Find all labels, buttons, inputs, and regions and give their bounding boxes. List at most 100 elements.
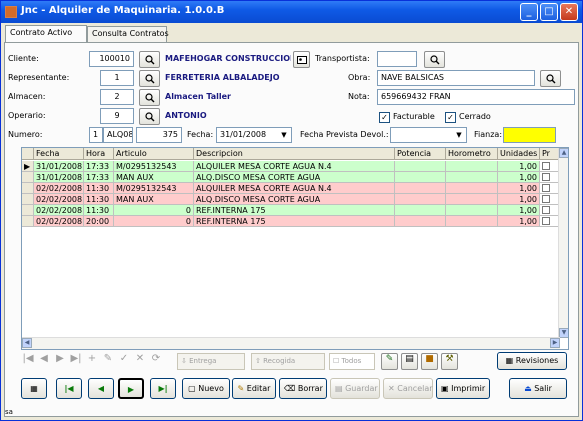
salir-button[interactable]: ⏏ Salir xyxy=(509,378,567,399)
cell-hora[interactable]: 20:00 xyxy=(84,216,114,227)
cell-unidades[interactable]: 1,00 xyxy=(498,172,540,183)
first-record-icon[interactable]: |◀ xyxy=(21,353,35,364)
cell-fecha[interactable]: 02/02/2008 xyxy=(34,216,84,227)
next-record-icon[interactable]: ▶ xyxy=(53,353,67,364)
cell-pr-checkbox[interactable] xyxy=(540,216,560,227)
scroll-up-icon[interactable]: ▲ xyxy=(559,148,568,158)
insert-record-icon[interactable]: + xyxy=(85,353,99,364)
cell-potencia[interactable] xyxy=(395,205,446,216)
cerrado-checkbox[interactable]: ✓ xyxy=(445,112,456,123)
cell-articulo[interactable]: MAN AUX xyxy=(114,194,194,205)
grid-header-descripcion[interactable]: Descripcion xyxy=(194,148,395,160)
calculator-button[interactable]: ▦ xyxy=(21,378,47,399)
cell-pr-checkbox[interactable] xyxy=(540,172,560,183)
revisiones-button[interactable]: ▦ Revisiones xyxy=(497,352,567,370)
cell-potencia[interactable] xyxy=(395,183,446,194)
borrar-button[interactable]: ⌫ Borrar xyxy=(279,378,327,399)
edit-record-icon[interactable]: ✎ xyxy=(101,353,115,364)
cell-unidades[interactable]: 1,00 xyxy=(498,216,540,227)
tab-consulta-contratos[interactable]: Consulta Contratos xyxy=(87,26,169,42)
cancel-record-icon[interactable]: ✕ xyxy=(133,353,147,364)
entrega-button[interactable]: ⇩ Entrega xyxy=(177,353,245,370)
title-bar[interactable]: Jnc - Alquiler de Maquinaria. 1.0.0.B _ … xyxy=(1,1,582,23)
representante-search-button[interactable] xyxy=(139,70,160,87)
cell-descripcion[interactable]: REF.INTERNA 175 xyxy=(194,205,395,216)
cell-horometro[interactable] xyxy=(446,183,498,194)
cell-pr-checkbox[interactable] xyxy=(540,161,560,172)
chevron-down-icon[interactable]: ▼ xyxy=(278,129,290,141)
tab-contrato-activo[interactable]: Contrato Activo xyxy=(5,25,87,42)
cell-unidades[interactable]: 1,00 xyxy=(498,161,540,172)
grid-header-hora[interactable]: Hora xyxy=(84,148,114,160)
contract-lines-grid[interactable]: Fecha Hora Articulo Descripcion Potencia Horo… xyxy=(21,147,569,350)
fianza-field[interactable] xyxy=(503,127,556,143)
cell-fecha[interactable]: 02/02/2008 xyxy=(34,205,84,216)
cell-articulo[interactable]: M/0295132543 xyxy=(114,161,194,172)
numero-prefix-field[interactable]: ALQ08 xyxy=(103,127,133,143)
cell-descripcion[interactable]: ALQUILER MESA CORTE AGUA N.4 xyxy=(194,183,395,194)
fecha-dropdown[interactable]: 31/01/2008 ▼ xyxy=(216,127,292,143)
table-row[interactable]: 02/02/2008 11:30 M/0295132543 ALQUILER MESA… xyxy=(22,183,560,194)
cliente-code-field[interactable]: 100010 xyxy=(89,51,134,67)
cell-fecha[interactable]: 02/02/2008 xyxy=(34,183,84,194)
cliente-search-button[interactable] xyxy=(139,51,160,68)
cancelar-button[interactable]: ✕ Cancelar xyxy=(383,378,433,399)
line-detail-button[interactable]: ▤ xyxy=(401,353,418,370)
transportista-search-button[interactable] xyxy=(424,51,445,68)
cell-fecha[interactable]: 31/01/2008 xyxy=(34,161,84,172)
cell-horometro[interactable] xyxy=(446,205,498,216)
editar-button[interactable]: ✎ Editar xyxy=(232,378,276,399)
cell-unidades[interactable]: 1,00 xyxy=(498,183,540,194)
table-row[interactable]: 02/02/2008 20:00 0 REF.INTERNA 175 1,00 xyxy=(22,216,560,227)
cell-hora[interactable]: 17:33 xyxy=(84,172,114,183)
cell-articulo[interactable]: M/0295132543 xyxy=(114,183,194,194)
grid-header-potencia[interactable]: Potencia xyxy=(395,148,446,160)
transport-button[interactable]: ■ xyxy=(421,353,438,370)
obra-field[interactable]: NAVE BALSICAS xyxy=(377,70,535,86)
vertical-scrollbar[interactable]: ▲ ▼ xyxy=(558,148,568,338)
scroll-left-icon[interactable]: ◀ xyxy=(22,338,32,348)
cell-horometro[interactable] xyxy=(446,194,498,205)
operario-search-button[interactable] xyxy=(139,108,160,125)
cell-pr-checkbox[interactable] xyxy=(540,205,560,216)
todos-checkbox[interactable]: ☐ Todos xyxy=(329,353,375,370)
guardar-button[interactable]: ▤ Guardar xyxy=(330,378,380,399)
scroll-right-icon[interactable]: ▶ xyxy=(550,338,560,348)
cell-fecha[interactable]: 02/02/2008 xyxy=(34,194,84,205)
post-record-icon[interactable]: ✓ xyxy=(117,353,131,364)
cell-horometro[interactable] xyxy=(446,172,498,183)
numero-field[interactable]: 375 xyxy=(136,127,182,143)
cell-hora[interactable]: 17:33 xyxy=(84,161,114,172)
horizontal-scrollbar[interactable]: ◀ ▶ xyxy=(22,337,560,349)
obra-search-button[interactable] xyxy=(540,70,561,87)
cell-hora[interactable]: 11:30 xyxy=(84,194,114,205)
almacen-code-field[interactable]: 2 xyxy=(100,89,134,105)
cell-potencia[interactable] xyxy=(395,161,446,172)
table-row[interactable]: ▶ 31/01/2008 17:33 M/0295132543 ALQUILER MES… xyxy=(22,161,560,172)
cell-hora[interactable]: 11:30 xyxy=(84,183,114,194)
grid-header-articulo[interactable]: Articulo xyxy=(114,148,194,160)
cell-unidades[interactable]: 1,00 xyxy=(498,205,540,216)
maximize-button[interactable]: □ xyxy=(540,3,558,21)
prior-record-icon[interactable]: ◀ xyxy=(37,353,51,364)
grid-header-unidades[interactable]: Unidades xyxy=(498,148,540,160)
cell-fecha[interactable]: 31/01/2008 xyxy=(34,172,84,183)
previous-button[interactable]: ◀ xyxy=(88,378,114,399)
representante-code-field[interactable]: 1 xyxy=(100,70,134,86)
table-row[interactable]: 02/02/2008 11:30 MAN AUX ALQ.DISCO MESA COR… xyxy=(22,194,560,205)
table-row[interactable]: 31/01/2008 17:33 MAN AUX ALQ.DISCO MESA COR… xyxy=(22,172,560,183)
fecha-prevista-dropdown[interactable]: ▼ xyxy=(390,127,467,143)
cell-pr-checkbox[interactable] xyxy=(540,194,560,205)
close-button[interactable]: ✕ xyxy=(560,3,578,21)
table-row[interactable]: 02/02/2008 11:30 0 REF.INTERNA 175 1,00 xyxy=(22,205,560,216)
scroll-down-icon[interactable]: ▼ xyxy=(559,328,568,338)
cell-descripcion[interactable]: ALQ.DISCO MESA CORTE AGUA xyxy=(194,172,395,183)
numero-serie-field[interactable]: 1 xyxy=(89,127,103,143)
cell-hora[interactable]: 11:30 xyxy=(84,205,114,216)
minimize-button[interactable]: _ xyxy=(520,3,538,21)
cell-articulo[interactable]: MAN AUX xyxy=(114,172,194,183)
grid-header-fecha[interactable]: Fecha xyxy=(34,148,84,160)
cell-descripcion[interactable]: ALQUILER MESA CORTE AGUA N.4 xyxy=(194,161,395,172)
grid-header-horometro[interactable]: Horometro xyxy=(446,148,498,160)
tools-button[interactable]: ⚒ xyxy=(441,353,458,370)
